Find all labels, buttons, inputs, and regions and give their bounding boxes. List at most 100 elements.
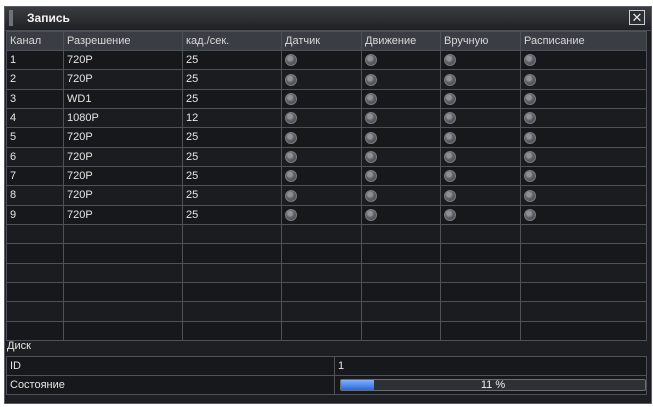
header-manual: Вручную [440,31,521,51]
manual-toggle[interactable] [444,131,456,144]
cell-manual [440,49,521,71]
cell-manual [440,146,521,167]
disk-usage-progress: 11 % [340,379,646,391]
cell-schedule [520,243,647,264]
cell-sensor [281,88,362,109]
close-button[interactable]: ✕ [629,10,645,25]
cell-channel[interactable]: 7 [6,165,64,187]
schedule-toggle[interactable] [524,189,536,202]
cell-channel[interactable]: 2 [6,69,64,90]
cell-channel[interactable]: 1 [6,49,64,71]
cell-motion [361,281,441,303]
motion-toggle[interactable] [365,112,377,125]
cell-resolution[interactable]: WD1 [63,88,183,109]
sensor-toggle[interactable] [285,208,297,221]
header-resolution: Разрешение [63,31,183,51]
manual-toggle[interactable] [444,150,456,163]
schedule-toggle[interactable] [524,150,536,163]
cell-motion [361,88,441,109]
cell-channel[interactable]: 6 [6,146,64,167]
cell-resolution [63,243,183,264]
empty-row [6,320,647,342]
manual-toggle[interactable] [444,112,456,125]
cell-schedule [520,146,647,167]
table-row: 2 720P 25 [6,69,647,90]
cell-fps[interactable]: 25 [182,146,282,167]
motion-toggle[interactable] [365,54,377,67]
schedule-toggle[interactable] [524,73,536,86]
cell-sensor [281,243,362,264]
cell-fps[interactable]: 25 [182,127,282,148]
cell-channel[interactable]: 3 [6,88,64,109]
sensor-toggle[interactable] [285,112,297,125]
cell-sensor [281,223,362,245]
schedule-toggle[interactable] [524,131,536,144]
cell-channel [6,223,64,245]
cell-schedule [520,185,647,206]
manual-toggle[interactable] [444,92,456,105]
cell-sensor [281,301,362,322]
cell-sensor [281,185,362,206]
cell-resolution[interactable]: 720P [63,127,183,148]
cell-fps[interactable]: 25 [182,88,282,109]
motion-toggle[interactable] [365,73,377,86]
cell-motion [361,165,441,187]
header-motion: Движение [361,31,441,51]
cell-schedule [520,320,647,342]
manual-toggle[interactable] [444,73,456,86]
disk-id-value: 1 [334,356,647,376]
cell-schedule [520,204,647,225]
cell-resolution[interactable]: 720P [63,49,183,71]
cell-fps[interactable]: 25 [182,204,282,225]
cell-fps [182,281,282,303]
cell-resolution[interactable]: 720P [63,146,183,167]
cell-resolution[interactable]: 720P [63,204,183,225]
sensor-toggle[interactable] [285,92,297,105]
table-row: 8 720P 25 [6,185,647,206]
cell-channel[interactable]: 4 [6,107,64,129]
motion-toggle[interactable] [365,208,377,221]
table-row: 3 WD1 25 [6,88,647,109]
cell-resolution[interactable]: 1080P [63,107,183,129]
sensor-toggle[interactable] [285,170,297,183]
cell-manual [440,185,521,206]
schedule-toggle[interactable] [524,92,536,105]
disk-id-label: ID [6,356,335,376]
cell-manual [440,204,521,225]
cell-fps[interactable]: 25 [182,49,282,71]
disk-table: ID 1 Состояние 11 % [6,356,647,395]
cell-resolution[interactable]: 720P [63,185,183,206]
cell-channel[interactable]: 8 [6,185,64,206]
sensor-toggle[interactable] [285,150,297,163]
manual-toggle[interactable] [444,208,456,221]
cell-channel[interactable]: 9 [6,204,64,225]
cell-fps[interactable]: 25 [182,165,282,187]
cell-resolution[interactable]: 720P [63,165,183,187]
cell-fps[interactable]: 25 [182,185,282,206]
motion-toggle[interactable] [365,131,377,144]
motion-toggle[interactable] [365,150,377,163]
schedule-toggle[interactable] [524,54,536,67]
sensor-toggle[interactable] [285,189,297,202]
motion-toggle[interactable] [365,170,377,183]
close-icon: ✕ [631,10,643,25]
header-fps: кад./сек. [182,31,282,51]
cell-channel[interactable]: 5 [6,127,64,148]
schedule-toggle[interactable] [524,112,536,125]
schedule-toggle[interactable] [524,170,536,183]
motion-toggle[interactable] [365,92,377,105]
cell-fps[interactable]: 25 [182,69,282,90]
motion-toggle[interactable] [365,189,377,202]
sensor-toggle[interactable] [285,73,297,86]
manual-toggle[interactable] [444,170,456,183]
sensor-toggle[interactable] [285,131,297,144]
title-bar: Запись ✕ [5,7,651,31]
empty-row [6,301,647,322]
cell-resolution [63,262,183,283]
manual-toggle[interactable] [444,54,456,67]
manual-toggle[interactable] [444,189,456,202]
cell-fps[interactable]: 12 [182,107,282,129]
sensor-toggle[interactable] [285,54,297,67]
schedule-toggle[interactable] [524,208,536,221]
cell-resolution[interactable]: 720P [63,69,183,90]
